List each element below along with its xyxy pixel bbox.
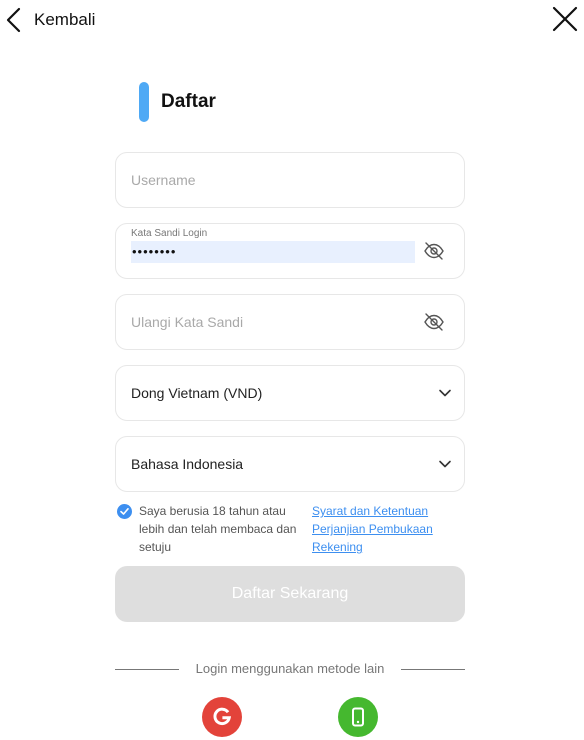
agreement-section: Saya berusia 18 tahun atau lebih dan tel… <box>117 502 467 558</box>
alt-login-divider: Login menggunakan metode lain <box>115 660 465 678</box>
close-icon[interactable] <box>550 4 580 34</box>
confirm-password-field[interactable]: Ulangi Kata Sandi <box>115 294 465 350</box>
eye-off-icon[interactable] <box>423 311 445 333</box>
page-title-group: Daftar <box>139 82 216 122</box>
username-field[interactable]: Username <box>115 152 465 208</box>
register-now-button[interactable]: Daftar Sekarang <box>115 566 465 622</box>
eye-off-icon[interactable] <box>423 240 445 262</box>
phone-icon <box>352 707 364 727</box>
agree-checkbox[interactable] <box>117 504 132 519</box>
chevron-left-icon <box>6 7 21 33</box>
top-bar: Kembali <box>0 0 584 40</box>
google-login-button[interactable] <box>202 697 242 737</box>
terms-link[interactable]: Syarat dan Ketentuan <box>312 502 462 520</box>
confirm-password-placeholder: Ulangi Kata Sandi <box>131 314 244 330</box>
google-icon <box>213 707 232 726</box>
title-accent-bar <box>139 82 149 122</box>
currency-select[interactable]: Dong Vietnam (VND) <box>115 365 465 421</box>
password-field[interactable]: Kata Sandi Login •••••••• <box>115 223 465 279</box>
language-value: Bahasa Indonesia <box>131 456 244 472</box>
agreement-links: Syarat dan Ketentuan Perjanjian Pembukaa… <box>312 502 462 556</box>
chevron-down-icon <box>439 389 451 397</box>
back-label: Kembali <box>34 10 96 29</box>
password-label: Kata Sandi Login <box>131 228 208 239</box>
divider-line-right <box>401 669 465 670</box>
account-agreement-link[interactable]: Perjanjian Pembukaan Rekening <box>312 520 462 556</box>
back-button[interactable]: Kembali <box>4 6 95 34</box>
language-select[interactable]: Bahasa Indonesia <box>115 436 465 492</box>
currency-value: Dong Vietnam (VND) <box>131 385 263 401</box>
agreement-text: Saya berusia 18 tahun atau lebih dan tel… <box>139 504 297 554</box>
username-placeholder: Username <box>131 172 196 188</box>
password-input[interactable]: •••••••• <box>131 241 415 263</box>
page-title: Daftar <box>161 91 216 112</box>
chevron-down-icon <box>439 460 451 468</box>
check-icon <box>120 507 129 515</box>
phone-login-button[interactable] <box>338 697 378 737</box>
